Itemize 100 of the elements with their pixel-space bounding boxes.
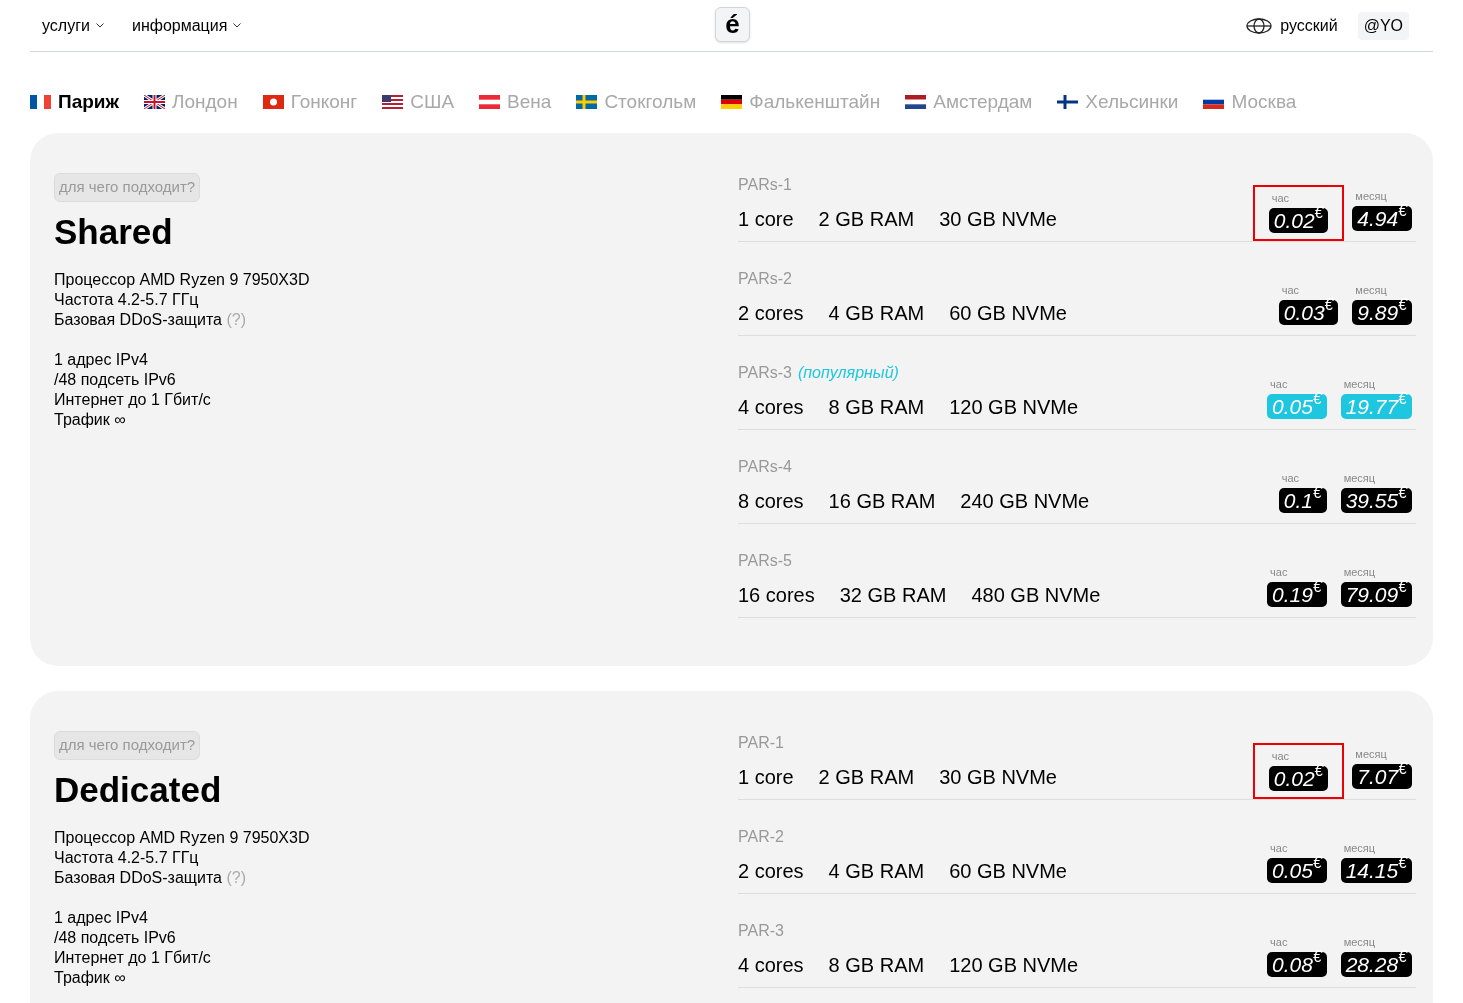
feature-text: Интернет до 1 Гбит/с — [54, 948, 211, 966]
price-badge: 79.09$^{€}$ — [1340, 582, 1412, 607]
price-period: час — [1280, 283, 1300, 297]
price-period: месяц — [1354, 283, 1387, 297]
price-period: месяц — [1342, 935, 1376, 949]
price-period: час — [1270, 749, 1290, 763]
flag-icon — [721, 95, 743, 109]
location-tab[interactable]: Вена — [479, 87, 552, 117]
plan-spec: 16 cores — [738, 583, 815, 607]
price-badge: 0.05$^{€}$ — [1267, 394, 1327, 419]
feature-text: Процессор AMD Ryzen 9 7950X3D — [54, 828, 310, 846]
plan-spec: 480 GB NVMe — [971, 583, 1101, 607]
feature-text: /48 подсеть IPv6 — [54, 928, 176, 946]
location-tab[interactable]: Лондон — [144, 87, 238, 117]
plan-name: PARs-5 — [738, 551, 792, 571]
price-badge: 0.1$^{€}$ — [1278, 488, 1327, 513]
plan-name: PARs-2 — [738, 269, 792, 289]
price-period: месяц — [1342, 841, 1376, 855]
price-period: час — [1269, 935, 1288, 949]
plan-spec: 4 GB RAM — [828, 859, 925, 883]
plan-name: PARs-3 — [738, 363, 792, 383]
plan-spec: 30 GB NVMe — [939, 765, 1057, 789]
plan-name: PARs-1 — [738, 175, 792, 195]
plan-name: PAR-2 — [738, 827, 784, 847]
location-tab[interactable]: Москва — [1203, 87, 1297, 117]
feature-text: 1 адрес IPv4 — [54, 350, 148, 368]
feature-text: Трафик ∞ — [54, 968, 126, 986]
chevron-down-icon — [233, 23, 242, 28]
feature-text: Частота 4.2-5.7 ГГц — [54, 290, 199, 308]
popular-tag: (популярный) — [797, 363, 899, 383]
plan-spec: 16 GB RAM — [828, 489, 936, 513]
plan-spec: 120 GB NVMe — [949, 395, 1079, 419]
price-badge: 9.89$^{€}$ — [1352, 300, 1412, 325]
price-period: час — [1280, 471, 1300, 485]
feature-text: Трафик ∞ — [54, 410, 126, 428]
menu-button[interactable]: информация — [131, 13, 242, 38]
price-period: час — [1270, 191, 1290, 205]
feature-text: Базовая DDoS-защита — [54, 868, 222, 886]
location-tab[interactable]: Хельсинки — [1057, 87, 1179, 117]
logo[interactable]: é — [715, 7, 750, 42]
price-period: час — [1269, 841, 1288, 855]
price-badge: 7.07$^{€}$ — [1352, 764, 1412, 789]
plan-spec: 1 core — [738, 207, 794, 231]
plan-spec: 2 GB RAM — [818, 765, 915, 789]
menu-button[interactable]: услуги — [42, 13, 104, 38]
plan-spec: 4 cores — [738, 953, 804, 977]
flag-icon — [30, 95, 51, 109]
price-period: месяц — [1354, 747, 1387, 761]
price-period: час — [1269, 565, 1288, 579]
plan-spec: 60 GB NVMe — [949, 859, 1067, 883]
price-badge: 0.19$^{€}$ — [1267, 582, 1327, 607]
price-badge: 0.03$^{€}$ — [1278, 300, 1339, 325]
suitability-button[interactable]: для чего подходит? — [54, 173, 201, 202]
plan-name: PAR-3 — [738, 921, 784, 941]
plan-spec: 2 cores — [738, 859, 804, 883]
plan-spec: 32 GB RAM — [839, 583, 947, 607]
section-title: Dedicated — [54, 769, 223, 810]
location-tab[interactable]: Париж — [30, 87, 119, 117]
help-link[interactable]: (?) — [226, 868, 246, 886]
plan-spec: 30 GB NVMe — [939, 207, 1057, 231]
flag-icon — [382, 95, 404, 109]
price-badge: 14.15$^{€}$ — [1340, 858, 1412, 883]
price-badge: 4.94$^{€}$ — [1352, 206, 1412, 231]
price-period: месяц — [1354, 189, 1387, 203]
price-badge: 19.77$^{€}$ — [1340, 394, 1412, 419]
price-badge: 0.02$^{€}$ — [1268, 766, 1329, 791]
chevron-down-icon — [95, 23, 104, 28]
price-badge: 0.05$^{€}$ — [1267, 858, 1327, 883]
location-tab[interactable]: Гонконг — [262, 87, 358, 117]
price-period: месяц — [1342, 471, 1376, 485]
flag-icon — [479, 95, 501, 109]
help-link[interactable]: (?) — [226, 310, 246, 328]
plan-spec: 4 cores — [738, 395, 804, 419]
plan-spec: 1 core — [738, 765, 794, 789]
price-badge: 39.55$^{€}$ — [1340, 488, 1412, 513]
language-button[interactable]: русский — [1246, 13, 1338, 38]
location-tab[interactable]: Стокгольм — [576, 87, 697, 117]
plan-spec: 240 GB NVMe — [960, 489, 1090, 513]
location-tab[interactable]: Амстердам — [905, 87, 1033, 117]
plan-spec: 2 cores — [738, 301, 804, 325]
user-button[interactable]: @YO — [1357, 11, 1409, 40]
suitability-button[interactable]: для чего подходит? — [54, 731, 201, 760]
plan-spec: 8 GB RAM — [828, 395, 925, 419]
feature-text: Частота 4.2-5.7 ГГц — [54, 848, 199, 866]
price-period: час — [1269, 377, 1288, 391]
price-badge: 0.02$^{€}$ — [1268, 208, 1329, 233]
location-tab[interactable]: США — [382, 87, 455, 117]
price-badge: 28.28$^{€}$ — [1340, 952, 1412, 977]
flag-icon — [262, 95, 284, 109]
plan-spec: 8 cores — [738, 489, 804, 513]
plan-spec: 8 GB RAM — [828, 953, 925, 977]
section-title: Shared — [54, 211, 174, 252]
flag-icon — [1057, 95, 1079, 109]
flag-icon — [144, 95, 165, 109]
location-tab[interactable]: Фалькенштайн — [721, 87, 881, 117]
price-period: месяц — [1342, 565, 1376, 579]
globe-icon — [1246, 17, 1273, 34]
feature-text: Базовая DDoS-защита — [54, 310, 222, 328]
feature-text: Интернет до 1 Гбит/с — [54, 390, 211, 408]
flag-icon — [576, 95, 598, 109]
